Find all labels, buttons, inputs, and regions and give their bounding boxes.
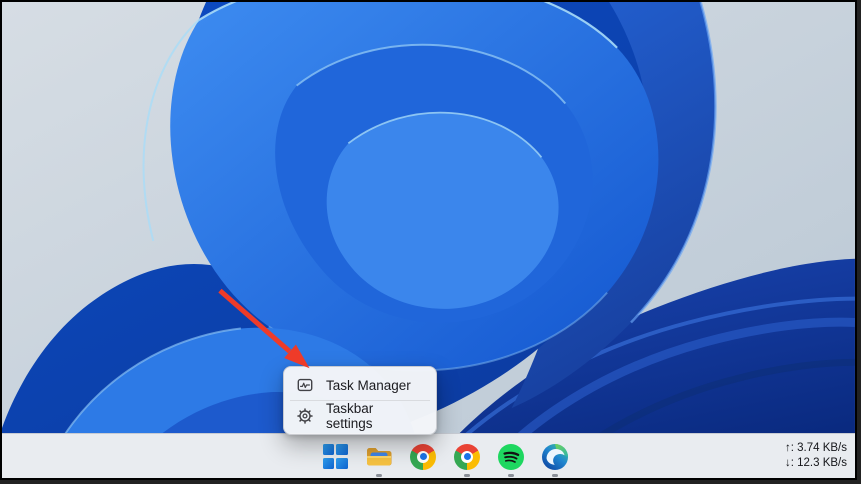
edge-button[interactable] xyxy=(533,434,577,478)
network-speed-tray[interactable]: ↑: 3.74 KB/s ↓: 12.3 KB/s xyxy=(785,441,847,471)
spotify-icon xyxy=(498,443,524,470)
upload-speed: ↑: 3.74 KB/s xyxy=(784,442,847,454)
running-indicator xyxy=(552,474,558,477)
menu-item-taskbar-settings[interactable]: Taskbar settings xyxy=(288,401,432,431)
running-indicator xyxy=(464,474,470,477)
chrome-button[interactable] xyxy=(401,434,445,478)
chrome-icon xyxy=(454,443,480,470)
menu-item-task-manager[interactable]: Task Manager xyxy=(288,371,432,399)
running-indicator xyxy=(376,474,382,477)
taskbar-icon-group xyxy=(313,434,577,478)
windows-start-icon xyxy=(322,444,348,469)
download-speed: ↓: 12.3 KB/s xyxy=(784,457,847,469)
desktop: ↑: 3.74 KB/s ↓: 12.3 KB/s Task Manager T… xyxy=(0,0,857,480)
taskbar: ↑: 3.74 KB/s ↓: 12.3 KB/s xyxy=(2,433,855,478)
gear-icon xyxy=(297,408,313,424)
start-button[interactable] xyxy=(313,434,357,478)
menu-item-label: Task Manager xyxy=(326,377,411,393)
file-explorer-button[interactable] xyxy=(357,434,401,478)
task-manager-icon xyxy=(297,378,313,392)
chrome-button-2[interactable] xyxy=(445,434,489,478)
taskbar-context-menu: Task Manager Taskbar settings xyxy=(283,366,437,435)
chrome-icon xyxy=(410,443,436,470)
edge-icon xyxy=(542,443,568,470)
file-explorer-icon xyxy=(367,447,392,465)
running-indicator xyxy=(508,474,514,477)
spotify-button[interactable] xyxy=(489,434,533,478)
menu-item-label: Taskbar settings xyxy=(326,401,374,431)
